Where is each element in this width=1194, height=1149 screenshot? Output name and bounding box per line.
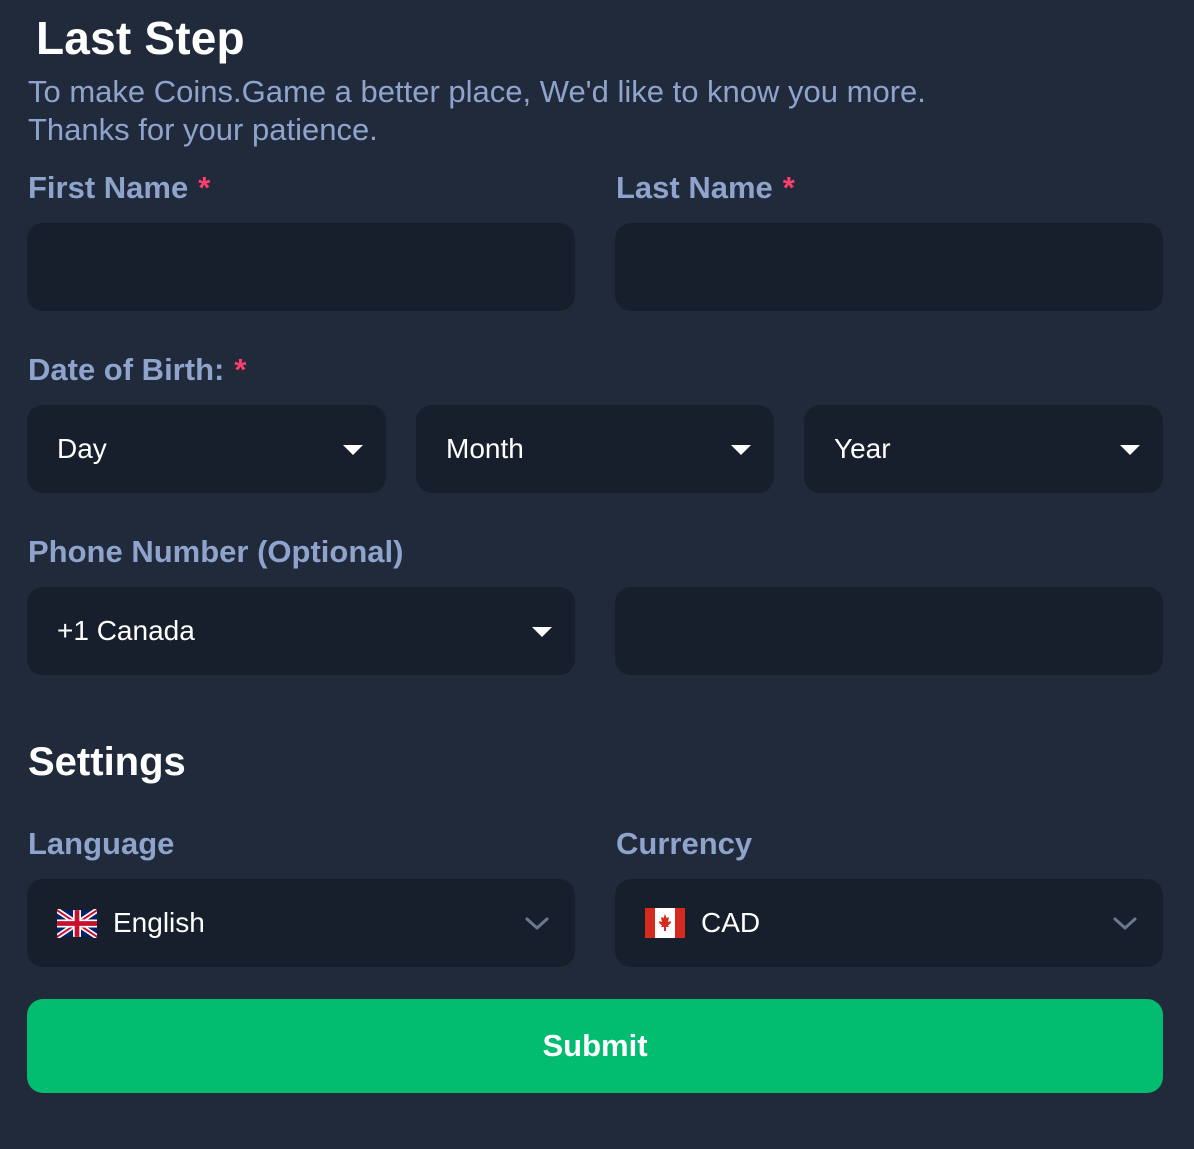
phone-label: Phone Number (Optional): [28, 534, 404, 569]
caret-down-icon: [532, 627, 552, 637]
language-value: English: [113, 907, 205, 938]
day-select[interactable]: Day: [27, 405, 386, 493]
dob-label-text: Date of Birth:: [28, 352, 225, 387]
currency-value: CAD: [701, 907, 761, 938]
month-select-value: Month: [446, 433, 524, 464]
subtitle-line-1: To make Coins.Game a better place, We'd …: [28, 74, 926, 109]
chevron-down-icon: [525, 917, 549, 930]
submit-button[interactable]: Submit: [27, 999, 1163, 1093]
month-select[interactable]: Month: [416, 405, 774, 493]
language-label: Language: [28, 826, 175, 861]
first-name-label-text: First Name: [28, 170, 189, 205]
last-name-label-text: Last Name: [616, 170, 773, 205]
canada-flag-icon: [645, 908, 685, 938]
submit-button-label: Submit: [542, 1028, 648, 1063]
first-name-input[interactable]: [27, 223, 575, 311]
year-select[interactable]: Year: [804, 405, 1163, 493]
caret-down-icon: [731, 445, 751, 455]
page-title: Last Step: [36, 12, 245, 64]
currency-select[interactable]: CAD: [615, 879, 1163, 967]
caret-down-icon: [1120, 445, 1140, 455]
currency-label: Currency: [616, 826, 753, 861]
chevron-down-icon: [1113, 917, 1137, 930]
country-code-select[interactable]: +1 Canada: [27, 587, 575, 675]
required-marker: *: [782, 170, 795, 205]
language-select[interactable]: English: [27, 879, 575, 967]
required-marker: *: [234, 352, 247, 387]
uk-flag-icon: [57, 909, 97, 938]
year-select-value: Year: [834, 433, 891, 464]
subtitle-line-2: Thanks for your patience.: [28, 112, 378, 147]
dob-label: Date of Birth: *: [28, 351, 246, 389]
first-name-label: First Name *: [28, 169, 210, 207]
caret-down-icon: [343, 445, 363, 455]
settings-heading: Settings: [28, 740, 186, 784]
last-name-label: Last Name *: [616, 169, 795, 207]
phone-number-input[interactable]: [615, 587, 1163, 675]
last-name-input[interactable]: [615, 223, 1163, 311]
day-select-value: Day: [57, 433, 107, 464]
required-marker: *: [198, 170, 211, 205]
country-code-value: +1 Canada: [57, 615, 195, 646]
